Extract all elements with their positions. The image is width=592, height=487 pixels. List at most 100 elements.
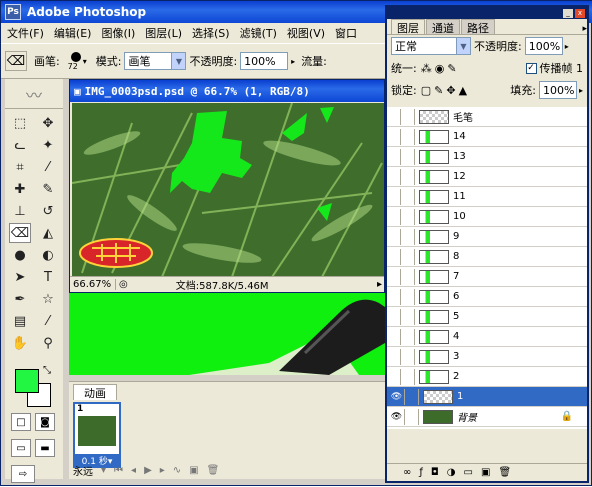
mode-select[interactable]: 画笔 ▼ [124,52,187,70]
tab-animation[interactable]: 动画 [73,384,117,400]
pen-tool-icon[interactable]: ✒ [9,289,31,309]
history-brush-tool-icon[interactable]: ↺ [37,201,59,221]
visibility-toggle[interactable] [387,108,401,125]
lasso-tool-icon[interactable]: ᓚ [9,135,31,155]
close-icon[interactable]: x [575,8,585,18]
layer-row[interactable]: 6 [387,287,587,307]
menu-filter[interactable]: 滤镜(T) [240,25,277,41]
layer-row[interactable]: 12 [387,167,587,187]
layer-row[interactable]: 4 [387,327,587,347]
shape-tool-icon[interactable]: ☆ [37,289,59,309]
new-group-icon[interactable]: ▭ [464,467,473,478]
visibility-toggle[interactable] [387,308,401,325]
tab-paths[interactable]: 路径 [461,19,495,35]
layer-row[interactable]: 11 [387,187,587,207]
healing-brush-tool-icon[interactable]: ✚ [9,179,31,199]
link-toggle[interactable] [401,308,415,325]
add-mask-icon[interactable]: ◘ [431,467,439,478]
next-frame-icon[interactable]: ▸ [160,465,165,476]
eraser-tool-icon[interactable]: ⌫ [9,223,31,243]
zoom-tool-icon[interactable]: ⚲ [37,333,59,353]
layer-row[interactable]: 7 [387,267,587,287]
delete-frame-icon[interactable]: 🗑 [207,465,220,476]
standard-mode-icon[interactable]: □ [11,413,31,431]
unify-position-icon[interactable]: ⁂ [421,62,432,75]
link-toggle[interactable] [401,288,415,305]
marquee-tool-icon[interactable]: ⬚ [9,113,31,133]
layer-row[interactable]: 9 [387,227,587,247]
link-toggle[interactable] [401,348,415,365]
visibility-toggle[interactable] [387,248,401,265]
prev-frame-icon[interactable]: ◂ [131,465,136,476]
eye-icon[interactable]: 👁 [389,388,405,405]
path-select-tool-icon[interactable]: ➤ [9,267,31,287]
layer-row-background[interactable]: 👁 背景 🔒 [387,407,587,427]
layer-row[interactable]: 14 [387,127,587,147]
magic-wand-tool-icon[interactable]: ✦ [37,135,59,155]
duplicate-frame-icon[interactable]: ▣ [189,465,198,476]
minimize-icon[interactable]: _ [563,8,573,18]
play-icon[interactable]: ▶ [144,465,152,476]
link-toggle[interactable] [405,408,419,425]
visibility-toggle[interactable] [387,328,401,345]
blend-mode-select[interactable]: 正常 ▼ [391,37,471,55]
loop-select[interactable]: 永远 [73,463,93,478]
opacity-arrow-icon[interactable]: ▸ [291,57,295,66]
tab-layers[interactable]: 图层 [391,19,425,35]
eyedropper-tool-icon[interactable]: ⁄ [37,311,59,331]
link-toggle[interactable] [401,108,415,125]
move-tool-icon[interactable]: ✥ [37,113,59,133]
link-toggle[interactable] [401,248,415,265]
swap-colors-icon[interactable]: ⤡ [43,365,51,376]
visibility-toggle[interactable] [387,168,401,185]
feather-logo-icon[interactable]: 〰 [5,79,63,109]
fill-slider-icon[interactable]: ▸ [579,86,583,95]
menu-select[interactable]: 选择(S) [192,25,230,41]
scroll-right-icon[interactable]: ▸ [377,279,382,290]
document-canvas[interactable] [72,103,384,277]
zoom-level[interactable]: 66.67% [70,279,116,290]
link-toggle[interactable] [401,128,415,145]
lock-position-icon[interactable]: ✥ [446,84,455,97]
menu-view[interactable]: 视图(V) [287,25,325,41]
link-toggle[interactable] [401,268,415,285]
link-toggle[interactable] [401,228,415,245]
propagate-checkbox[interactable]: ✓ [525,62,537,74]
menu-edit[interactable]: 编辑(E) [54,25,92,41]
layer-row[interactable]: 3 [387,347,587,367]
layers-palette-titlebar[interactable]: _ x [387,7,587,19]
brush-tool-icon[interactable]: ✎ [37,179,59,199]
menu-image[interactable]: 图像(I) [101,25,135,41]
tween-icon[interactable]: ∿ [173,465,181,476]
layer-opacity-input[interactable]: 100% [524,37,563,55]
visibility-toggle[interactable] [387,148,401,165]
link-layers-icon[interactable]: ∞ [403,467,411,478]
delete-layer-icon[interactable]: 🗑 [498,467,511,478]
eraser-tool-preset-icon[interactable]: ⌫ [5,51,27,71]
lock-all-icon[interactable]: ▲ [459,84,467,97]
notes-tool-icon[interactable]: ▤ [9,311,31,331]
loop-dropdown-icon[interactable]: ▾ [101,465,106,476]
brush-dropdown-icon[interactable]: ▾ [83,57,87,66]
brush-picker[interactable]: 72 [63,51,83,71]
document-title-bar[interactable]: ▣ IMG_0003psd.psd @ 66.7% (1, RGB/8) [70,80,384,102]
foreground-color-swatch[interactable] [15,369,39,393]
paint-bucket-tool-icon[interactable]: ◭ [37,223,59,243]
quick-mask-mode-icon[interactable]: ◙ [35,413,55,431]
menu-file[interactable]: 文件(F) [7,25,44,41]
dodge-tool-icon[interactable]: ◐ [37,245,59,265]
type-tool-icon[interactable]: T [37,267,59,287]
screen-mode-full-menu-icon[interactable]: ▬ [35,439,55,457]
unify-style-icon[interactable]: ✎ [447,62,456,75]
visibility-toggle[interactable] [387,348,401,365]
lock-transparency-icon[interactable]: ▢ [421,84,431,97]
slice-tool-icon[interactable]: ⁄ [37,157,59,177]
visibility-toggle[interactable] [387,228,401,245]
eye-icon[interactable]: 👁 [389,408,405,425]
layer-row[interactable]: 8 [387,247,587,267]
layer-row[interactable]: 5 [387,307,587,327]
layer-row-selected[interactable]: 👁 1 [387,387,587,407]
link-toggle[interactable] [401,148,415,165]
adjustment-layer-icon[interactable]: ◑ [447,467,456,478]
unify-visibility-icon[interactable]: ◉ [435,62,445,75]
